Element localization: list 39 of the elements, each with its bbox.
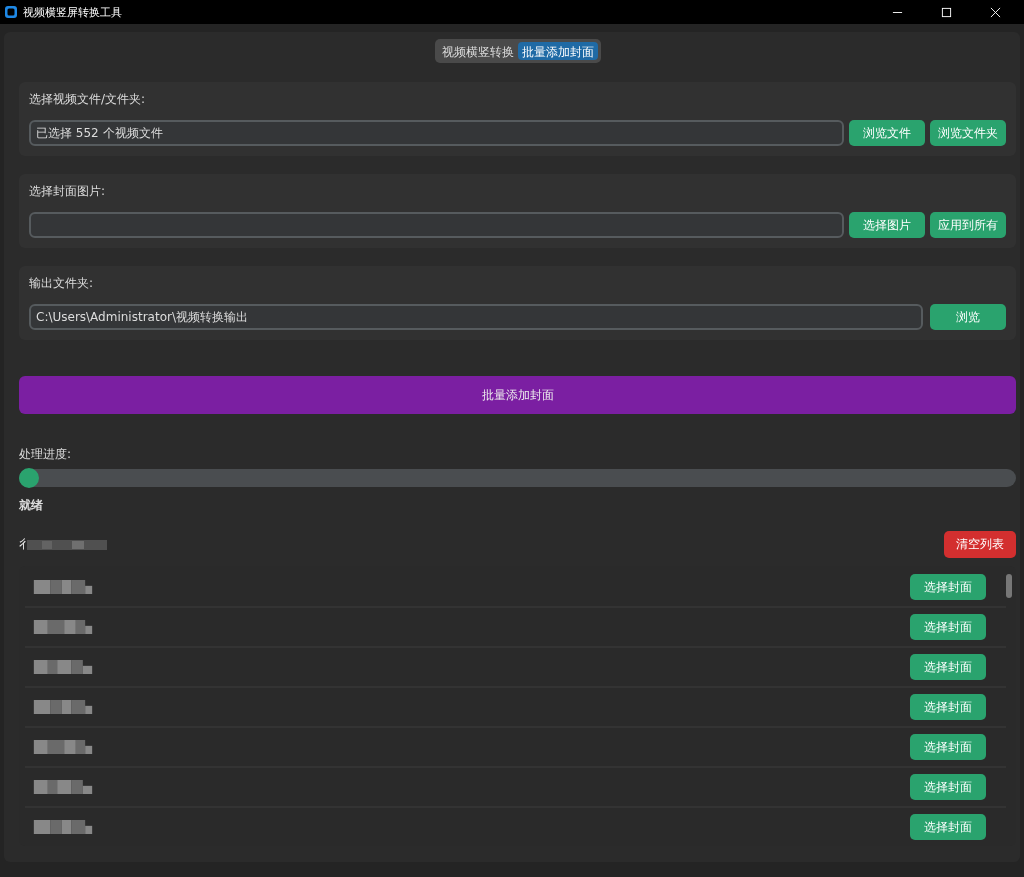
progress-label: 处理进度:	[19, 446, 73, 463]
choose-cover-button[interactable]: 选择封面	[910, 614, 986, 640]
choose-cover-button[interactable]: 选择封面	[910, 574, 986, 600]
choose-cover-button[interactable]: 选择封面	[910, 694, 986, 720]
window-title: 视频横竖屏转换工具	[23, 4, 122, 20]
blurred-filename	[33, 700, 93, 714]
browse-button[interactable]: 应用到所有	[930, 212, 1006, 238]
tab[interactable]: 视频横竖转换	[437, 42, 518, 60]
choose-cover-button[interactable]: 选择封面	[910, 774, 986, 800]
status-text: 就绪	[19, 497, 44, 514]
scrollbar[interactable]	[1006, 574, 1012, 598]
path-field[interactable]: C:\Users\Administrator\视频转换输出	[29, 304, 923, 330]
blurred-filename	[33, 820, 93, 834]
progress-track[interactable]	[19, 469, 1016, 487]
blurred-filename	[33, 620, 93, 634]
browse-button[interactable]: 浏览	[930, 304, 1006, 330]
browse-button[interactable]: 浏览文件夹	[930, 120, 1006, 146]
blurred-filename	[33, 580, 93, 594]
section-label: 选择封面图片:	[29, 183, 107, 200]
blurred-filename	[33, 660, 93, 674]
list-label: 彳	[19, 536, 31, 553]
app-icon	[4, 5, 18, 19]
blurred-filename	[33, 740, 93, 754]
browse-button[interactable]: 浏览文件	[849, 120, 925, 146]
path-field[interactable]	[29, 212, 844, 238]
add-cover-button[interactable]: 批量添加封面	[19, 376, 1016, 414]
choose-cover-button[interactable]: 选择封面	[910, 654, 986, 680]
path-field[interactable]: 已选择 552 个视频文件	[29, 120, 844, 146]
choose-cover-button[interactable]: 选择封面	[910, 814, 986, 840]
maximize-icon[interactable]	[941, 6, 952, 18]
section-label: 输出文件夹:	[29, 275, 95, 292]
progress-thumb[interactable]	[19, 468, 39, 488]
tab[interactable]: 批量添加封面	[517, 42, 598, 60]
choose-cover-button[interactable]: 选择封面	[910, 734, 986, 760]
section-label: 选择视频文件/文件夹:	[29, 91, 147, 108]
close-icon[interactable]	[990, 6, 1001, 18]
browse-button[interactable]: 选择图片	[849, 212, 925, 238]
blurred-filename	[33, 780, 93, 794]
clear-list-button[interactable]: 清空列表	[944, 531, 1016, 558]
